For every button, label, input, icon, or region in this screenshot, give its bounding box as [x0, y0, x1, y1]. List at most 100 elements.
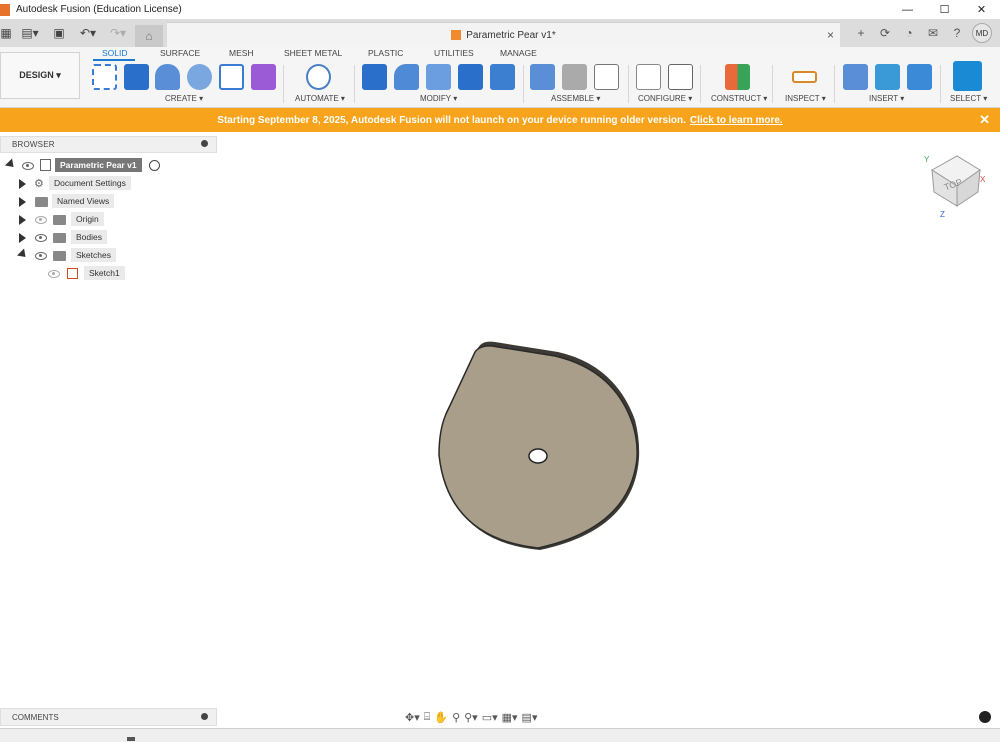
- look-at-icon[interactable]: ⌸: [424, 711, 431, 724]
- modify-group-label[interactable]: MODIFY ▾: [420, 94, 457, 103]
- tab-plastic[interactable]: PLASTIC: [368, 48, 403, 58]
- help-icon[interactable]: ?: [948, 24, 966, 42]
- offset-plane-icon[interactable]: [725, 64, 750, 90]
- viewports-icon[interactable]: ▤▾: [522, 711, 538, 724]
- tree-item-label[interactable]: Sketches: [71, 248, 116, 262]
- browser-root-row[interactable]: Parametric Pear v1: [0, 158, 217, 173]
- configure-icon[interactable]: [636, 64, 661, 90]
- configure-group-label[interactable]: CONFIGURE ▾: [638, 94, 692, 103]
- chamfer-icon[interactable]: [426, 64, 451, 90]
- feedback-icon[interactable]: [979, 711, 991, 723]
- collapse-triangle-icon[interactable]: [16, 248, 30, 261]
- create-group-label[interactable]: CREATE ▾: [165, 94, 203, 103]
- tree-item-label[interactable]: Sketch1: [84, 266, 125, 280]
- minimize-button[interactable]: —: [889, 0, 926, 19]
- tab-sheet-metal[interactable]: SHEET METAL: [284, 48, 342, 58]
- undo-icon[interactable]: ↶▾: [76, 24, 100, 42]
- grid-menu-icon[interactable]: ▦: [0, 24, 12, 42]
- inspect-group-label[interactable]: INSPECT ▾: [785, 94, 826, 103]
- construct-group-label[interactable]: CONSTRUCT ▾: [711, 94, 767, 103]
- tree-item-label[interactable]: Document Settings: [49, 176, 131, 190]
- activate-radio-icon[interactable]: [149, 160, 160, 171]
- viewcube[interactable]: TOP Y X Z: [922, 150, 987, 220]
- comments-panel-header[interactable]: COMMENTS: [0, 708, 217, 726]
- combine-icon[interactable]: [458, 64, 483, 90]
- orbit-icon[interactable]: ✥▾: [405, 711, 420, 724]
- select-group-label[interactable]: SELECT ▾: [950, 94, 987, 103]
- visibility-eye-icon[interactable]: [22, 162, 34, 170]
- visibility-eye-icon[interactable]: [35, 234, 47, 242]
- home-tab[interactable]: ⌂: [135, 25, 163, 47]
- file-menu-icon[interactable]: ▤▾: [18, 24, 42, 42]
- fit-icon[interactable]: ⚲▾: [464, 711, 478, 724]
- assemble-group-label[interactable]: ASSEMBLE ▾: [551, 94, 600, 103]
- hole-icon[interactable]: [187, 64, 212, 90]
- tree-item-label[interactable]: Origin: [71, 212, 104, 226]
- browser-item-bodies[interactable]: Bodies: [0, 230, 217, 245]
- close-tab-icon[interactable]: ×: [827, 28, 834, 42]
- grid-settings-icon[interactable]: ▦▾: [502, 711, 518, 724]
- browser-panel-header[interactable]: BROWSER: [0, 136, 217, 153]
- tab-solid[interactable]: SOLID: [102, 48, 128, 58]
- comments-add-icon[interactable]: [201, 713, 208, 720]
- press-pull-icon[interactable]: [362, 64, 387, 90]
- extensions-icon[interactable]: ⟳: [876, 24, 894, 42]
- expand-triangle-icon[interactable]: [19, 197, 26, 207]
- banner-close-icon[interactable]: ✕: [979, 112, 990, 128]
- extrude-icon[interactable]: [124, 64, 149, 90]
- tab-surface[interactable]: SURFACE: [160, 48, 200, 58]
- visibility-eye-off-icon[interactable]: [35, 216, 47, 224]
- revolve-icon[interactable]: [155, 64, 180, 90]
- close-window-button[interactable]: ✕: [963, 0, 1000, 19]
- new-tab-icon[interactable]: +: [852, 24, 870, 42]
- measure-icon[interactable]: [792, 71, 817, 83]
- expand-triangle-icon[interactable]: [19, 233, 26, 243]
- canvas-image-icon[interactable]: [907, 64, 932, 90]
- tree-item-label[interactable]: Bodies: [71, 230, 107, 244]
- root-component-label[interactable]: Parametric Pear v1: [55, 158, 142, 172]
- insert-group-label[interactable]: INSERT ▾: [869, 94, 904, 103]
- pear-model[interactable]: [420, 330, 660, 570]
- pattern-icon[interactable]: [219, 64, 244, 90]
- workspace-switcher[interactable]: DESIGN ▾: [0, 52, 80, 99]
- browser-item-origin[interactable]: Origin: [0, 212, 217, 227]
- tab-mesh[interactable]: MESH: [229, 48, 254, 58]
- split-body-icon[interactable]: [490, 64, 515, 90]
- notifications-icon[interactable]: ✉: [924, 24, 942, 42]
- pan-icon[interactable]: ✋: [434, 711, 448, 724]
- expand-triangle-icon[interactable]: [4, 158, 18, 171]
- redo-icon[interactable]: ↷▾: [106, 24, 130, 42]
- insert-derive-icon[interactable]: [843, 64, 868, 90]
- visibility-eye-off-icon[interactable]: [48, 270, 60, 278]
- maximize-button[interactable]: ☐: [926, 0, 963, 19]
- browser-collapse-icon[interactable]: [201, 140, 208, 147]
- create-sketch-icon[interactable]: [92, 64, 117, 90]
- display-settings-icon[interactable]: ▭▾: [482, 711, 498, 724]
- form-icon[interactable]: [251, 64, 276, 90]
- expand-triangle-icon[interactable]: [19, 215, 26, 225]
- browser-item-sketches[interactable]: Sketches: [0, 248, 217, 263]
- browser-item-document-settings[interactable]: ⚙ Document Settings: [0, 176, 217, 191]
- tree-item-label[interactable]: Named Views: [52, 194, 115, 208]
- fillet-icon[interactable]: [394, 64, 419, 90]
- browser-item-sketch1[interactable]: Sketch1: [0, 266, 217, 281]
- job-status-icon[interactable]: ◔: [900, 24, 918, 42]
- expand-triangle-icon[interactable]: [19, 179, 26, 189]
- document-tab[interactable]: Parametric Pear v1* ×: [167, 22, 840, 47]
- insert-mesh-icon[interactable]: [875, 64, 900, 90]
- automate-icon[interactable]: [306, 64, 331, 90]
- new-component-icon[interactable]: [530, 64, 555, 90]
- zoom-icon[interactable]: ⚲: [452, 711, 460, 724]
- automate-group-label[interactable]: AUTOMATE ▾: [295, 94, 345, 103]
- tab-utilities[interactable]: UTILITIES: [434, 48, 474, 58]
- select-icon[interactable]: [953, 61, 982, 91]
- browser-item-named-views[interactable]: Named Views: [0, 194, 217, 209]
- joint-icon[interactable]: [562, 64, 587, 90]
- user-avatar[interactable]: MD: [972, 23, 992, 43]
- save-icon[interactable]: ▣: [50, 24, 68, 42]
- bill-of-materials-icon[interactable]: [594, 64, 619, 90]
- center-hole[interactable]: [528, 448, 548, 464]
- timeline-marker[interactable]: [127, 737, 135, 741]
- parameters-table-icon[interactable]: [668, 64, 693, 90]
- tab-manage[interactable]: MANAGE: [500, 48, 537, 58]
